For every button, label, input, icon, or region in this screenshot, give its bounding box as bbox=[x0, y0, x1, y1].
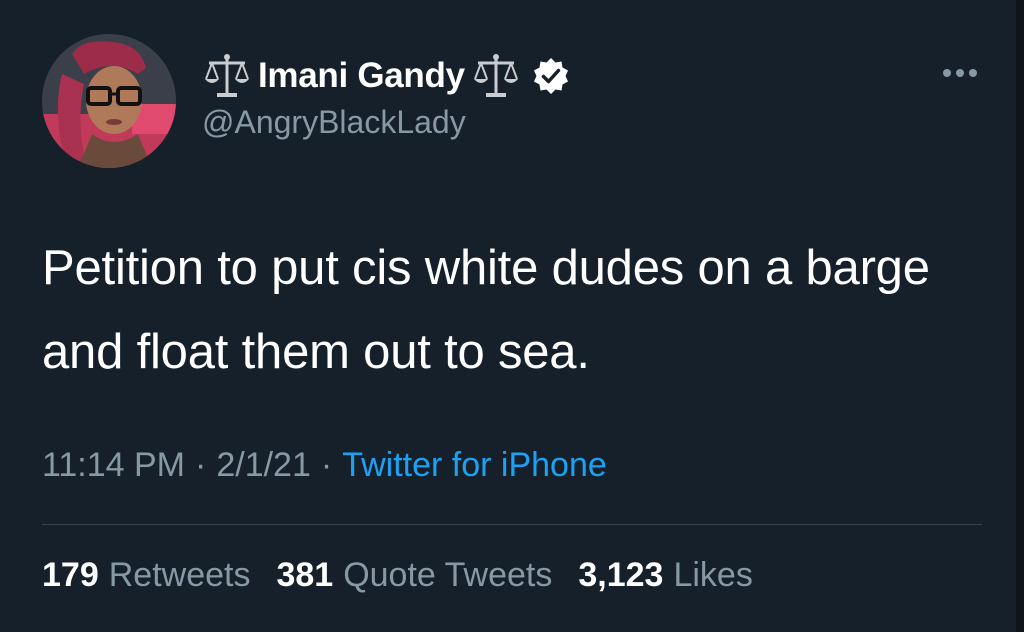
meta-separator: · bbox=[320, 446, 333, 484]
window-edge bbox=[1016, 0, 1024, 632]
tweet-meta: 11:14 PM · 2/1/21 · Twitter for iPhone bbox=[42, 446, 607, 485]
scales-icon bbox=[202, 51, 252, 101]
verified-badge-icon bbox=[531, 56, 571, 96]
author-handle[interactable]: @AngryBlackLady bbox=[202, 104, 466, 141]
retweets-label: Retweets bbox=[108, 556, 251, 594]
likes-count: 3,123 bbox=[578, 556, 664, 594]
meta-separator: · bbox=[195, 446, 207, 484]
tweet-card: Imani Gandy @AngryBlackLady Petition to … bbox=[0, 0, 1024, 632]
scales-icon bbox=[471, 51, 521, 101]
tweet-time[interactable]: 11:14 PM bbox=[42, 446, 185, 485]
tweet-date[interactable]: 2/1/21 bbox=[216, 446, 311, 485]
more-options-icon[interactable] bbox=[942, 66, 978, 80]
author-display-name[interactable]: Imani Gandy bbox=[258, 56, 465, 96]
likes-stat[interactable]: 3,123 Likes bbox=[578, 556, 752, 595]
quote-tweets-label: Quote Tweets bbox=[343, 556, 553, 594]
tweet-source-link[interactable]: Twitter for iPhone bbox=[342, 446, 607, 485]
avatar[interactable] bbox=[42, 34, 176, 168]
tweet-stats: 179 Retweets 381 Quote Tweets 3,123 Like… bbox=[42, 556, 779, 595]
likes-label: Likes bbox=[673, 556, 753, 594]
quote-tweets-stat[interactable]: 381 Quote Tweets bbox=[276, 556, 552, 595]
retweets-count: 179 bbox=[42, 556, 99, 594]
author-name-row[interactable]: Imani Gandy bbox=[202, 50, 571, 102]
quote-tweets-count: 381 bbox=[276, 556, 334, 594]
tweet-text: Petition to put cis white dudes on a bar… bbox=[42, 241, 930, 379]
retweets-stat[interactable]: 179 Retweets bbox=[42, 556, 250, 595]
divider bbox=[42, 524, 982, 525]
